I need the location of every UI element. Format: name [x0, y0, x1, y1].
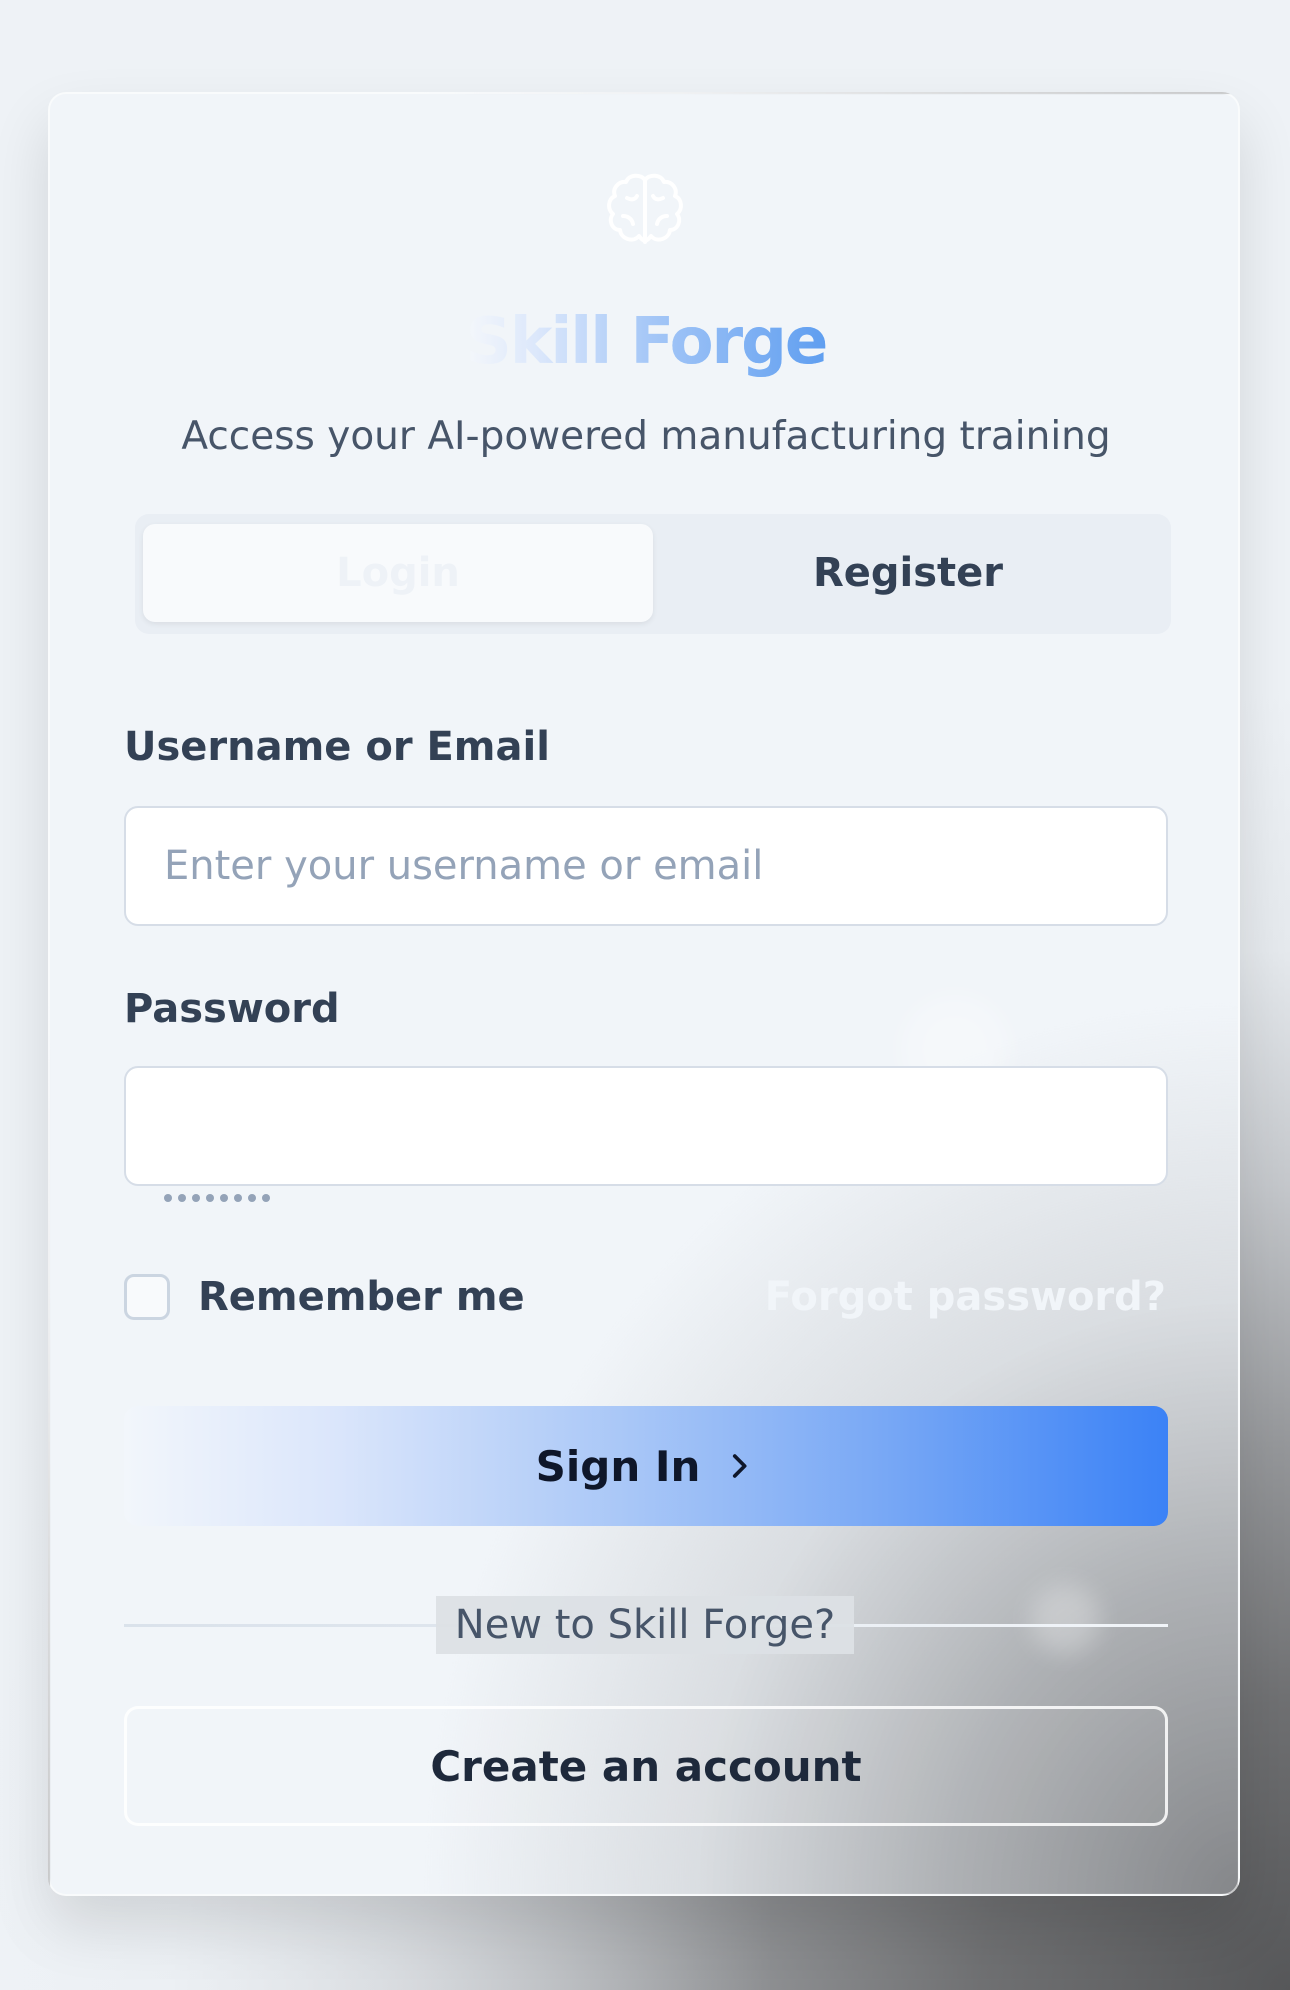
- brain-icon: [607, 173, 683, 244]
- username-label: Username or Email: [124, 724, 550, 770]
- auth-tabs: Login Register: [135, 514, 1171, 634]
- app-title: Skill Forge: [50, 302, 1238, 382]
- app-subtitle: Access your AI-powered manufacturing tra…: [181, 414, 1111, 459]
- remember-me-label[interactable]: Remember me: [198, 1272, 525, 1322]
- divider-text: New to Skill Forge?: [436, 1596, 854, 1654]
- app-title-text: Skill Forge: [465, 305, 829, 379]
- forgot-password-link[interactable]: Forgot password?: [765, 1272, 1166, 1322]
- password-label: Password: [124, 986, 340, 1032]
- decorative-blob: [1030, 1584, 1100, 1654]
- sign-in-button[interactable]: Sign In: [124, 1406, 1168, 1526]
- password-input[interactable]: [124, 1066, 1168, 1186]
- remember-me-checkbox[interactable]: [124, 1274, 170, 1320]
- login-card: Skill Forge Access your AI-powered manuf…: [48, 92, 1240, 1896]
- chevron-right-icon: [733, 1454, 747, 1478]
- sign-in-label: Sign In: [535, 1441, 701, 1491]
- create-account-button[interactable]: Create an account: [124, 1706, 1168, 1826]
- tab-register[interactable]: Register: [653, 524, 1163, 622]
- tab-login[interactable]: Login: [143, 524, 653, 622]
- username-input[interactable]: [124, 806, 1168, 926]
